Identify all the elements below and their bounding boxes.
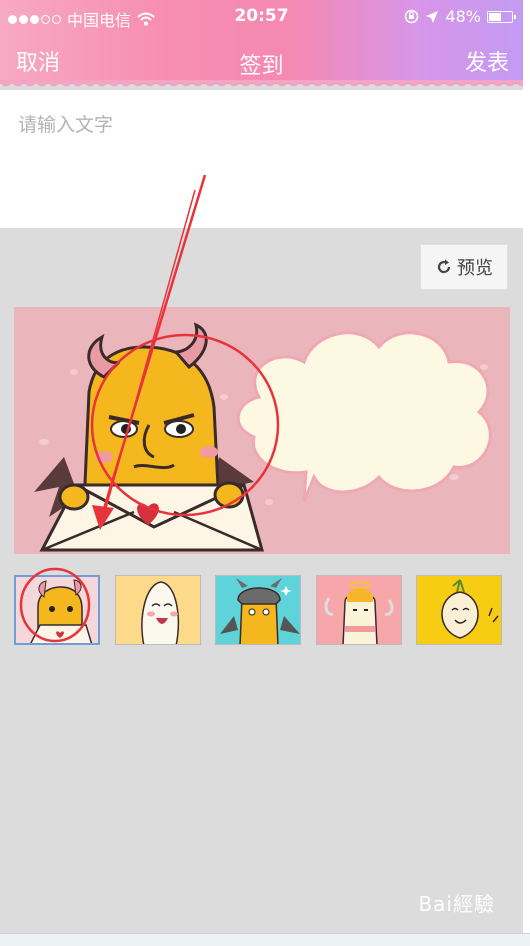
scroll-strip	[523, 0, 530, 945]
annotation-arrow-line-2	[103, 189, 196, 516]
annotation-arrow-line	[98, 174, 207, 523]
annotation-arrow-head	[92, 505, 114, 530]
annotation-circle-small	[19, 567, 91, 643]
phone-screen: 中国电信 20:57 48% 取消 签到 发表 请输入文字 预览 Bai經驗	[0, 0, 523, 945]
annotation-overlay	[19, 174, 280, 643]
annotation-circle-large	[90, 333, 280, 517]
watermark-text: Bai經驗	[418, 892, 495, 916]
bottom-bar	[0, 933, 530, 946]
